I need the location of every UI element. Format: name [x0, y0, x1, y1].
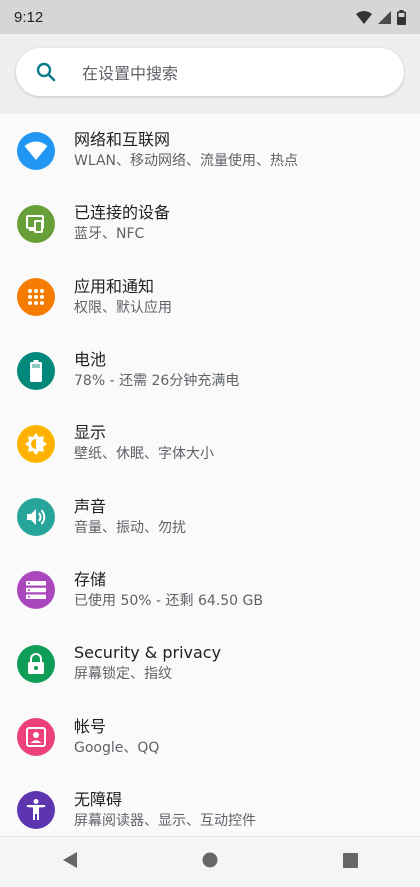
storage-icon: [17, 571, 55, 610]
settings-item-subtitle: 屏幕阅读器、显示、互动控件: [74, 812, 256, 829]
settings-item-title: Security & privacy: [74, 643, 222, 663]
settings-item-subtitle: 蓝牙、NFC: [74, 226, 145, 243]
search-area: 在设置中搜索: [0, 34, 420, 114]
settings-item-subtitle: 屏幕锁定、指纹: [74, 666, 172, 683]
navigation-bar: [0, 836, 420, 887]
settings-item-title: 已连接的设备: [74, 203, 171, 223]
settings-item-title: 存储: [74, 569, 107, 589]
status-time: 9:12: [14, 8, 44, 26]
settings-item-battery[interactable]: 电池 78% - 还需 26分钟充满电: [0, 334, 420, 407]
settings-item-subtitle: 已使用 50% - 还剩 64.50 GB: [74, 592, 263, 609]
accessibility-icon: [17, 791, 55, 830]
settings-item-storage[interactable]: 存储 已使用 50% - 还剩 64.50 GB: [0, 554, 420, 627]
settings-item-subtitle: 78% - 还需 26分钟充满电: [74, 373, 240, 390]
settings-item-subtitle: 音量、振动、勿扰: [74, 519, 186, 536]
recents-button[interactable]: [320, 842, 380, 882]
status-icons: [356, 9, 406, 25]
settings-item-title: 应用和通知: [74, 276, 155, 296]
settings-item-title: 无障碍: [74, 789, 123, 809]
settings-item-sound[interactable]: 声音 音量、振动、勿扰: [0, 480, 420, 553]
recents-icon: [342, 852, 358, 872]
battery-status-icon: [397, 9, 406, 25]
home-icon: [202, 852, 218, 872]
settings-item-accessibility[interactable]: 无障碍 屏幕阅读器、显示、互动控件: [0, 774, 420, 836]
settings-item-accounts[interactable]: 帐号 Google、QQ: [0, 700, 420, 773]
search-input[interactable]: 在设置中搜索: [16, 48, 404, 96]
search-icon: [34, 60, 58, 84]
settings-item-connected-devices[interactable]: 已连接的设备 蓝牙、NFC: [0, 187, 420, 260]
volume-icon: [17, 498, 55, 537]
settings-item-title: 网络和互联网: [74, 130, 171, 150]
settings-item-subtitle: WLAN、移动网络、流量使用、热点: [74, 153, 299, 170]
brightness-icon: [17, 424, 55, 463]
settings-item-security[interactable]: Security & privacy 屏幕锁定、指纹: [0, 627, 420, 700]
battery-icon: [17, 351, 55, 390]
status-bar: 9:12: [0, 0, 420, 34]
back-button[interactable]: [40, 842, 100, 882]
search-placeholder: 在设置中搜索: [82, 64, 179, 83]
settings-item-title: 帐号: [74, 716, 107, 736]
settings-item-subtitle: Google、QQ: [74, 739, 160, 756]
apps-grid-icon: [17, 278, 55, 317]
settings-item-network[interactable]: 网络和互联网 WLAN、移动网络、流量使用、热点: [0, 114, 420, 187]
settings-item-apps[interactable]: 应用和通知 权限、默认应用: [0, 261, 420, 334]
cell-signal-icon: [378, 10, 391, 24]
settings-item-title: 电池: [74, 350, 107, 370]
wifi-icon: [17, 131, 55, 170]
wifi-signal-icon: [356, 10, 372, 24]
home-button[interactable]: [180, 842, 240, 882]
settings-item-display[interactable]: 显示 壁纸、休眠、字体大小: [0, 407, 420, 480]
account-icon: [17, 718, 55, 757]
lock-icon: [17, 644, 55, 683]
settings-list: 网络和互联网 WLAN、移动网络、流量使用、热点 已连接的设备 蓝牙、NFC 应…: [0, 114, 420, 836]
devices-icon: [17, 204, 55, 243]
settings-item-subtitle: 壁纸、休眠、字体大小: [74, 446, 214, 463]
settings-item-title: 声音: [74, 496, 107, 516]
back-icon: [62, 851, 78, 873]
settings-item-title: 显示: [74, 423, 107, 443]
settings-item-subtitle: 权限、默认应用: [74, 299, 172, 316]
